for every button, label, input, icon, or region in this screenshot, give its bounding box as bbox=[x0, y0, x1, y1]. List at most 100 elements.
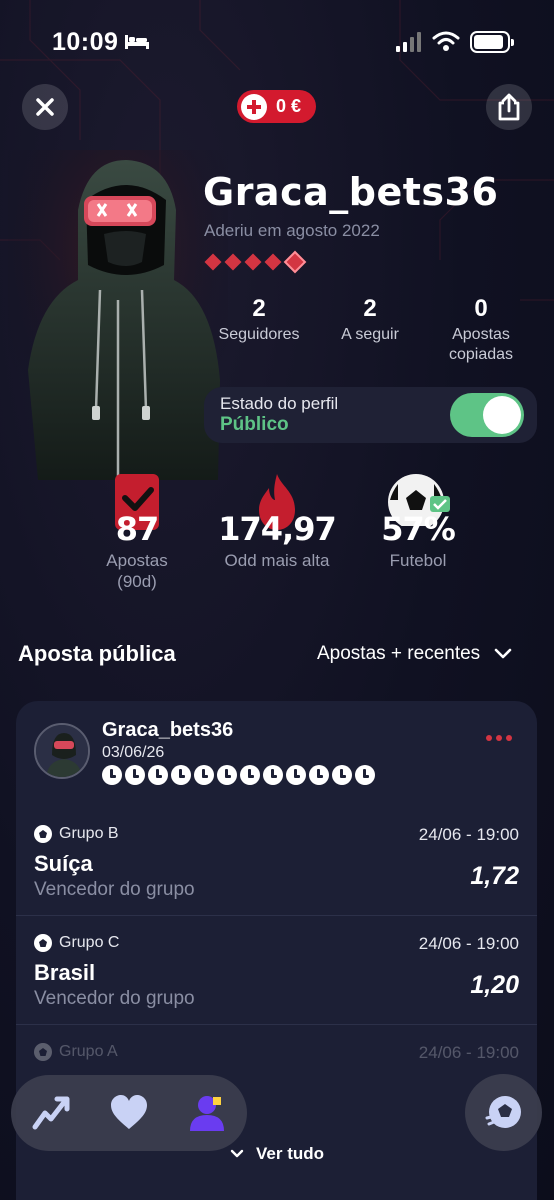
bet-card-date: 03/06/26 bbox=[102, 744, 165, 761]
stat-followers[interactable]: 2 Seguidores bbox=[206, 295, 312, 345]
more-dot-icon bbox=[506, 735, 512, 741]
selection-team: Suíça bbox=[34, 851, 93, 876]
selection-odd: 1,20 bbox=[470, 971, 519, 999]
stat-value: 0 bbox=[474, 295, 488, 322]
kpi-label: Apostas (90d) bbox=[106, 551, 168, 591]
nav-trending[interactable] bbox=[31, 1093, 71, 1133]
profile-state-value: Público bbox=[220, 414, 289, 435]
kpi-label: Odd mais alta bbox=[224, 551, 330, 570]
stat-value: 2 bbox=[252, 295, 266, 322]
bet-selection[interactable]: Grupo B 24/06 - 19:00 Suíça Vencedor do … bbox=[16, 807, 537, 916]
avatar[interactable] bbox=[34, 723, 90, 779]
stat-value: 2 bbox=[363, 295, 377, 322]
see-all-button[interactable]: Ver tudo bbox=[230, 1144, 324, 1164]
pending-clock-icon bbox=[332, 765, 352, 785]
wifi-icon bbox=[432, 31, 460, 51]
nav-favorites[interactable] bbox=[109, 1093, 149, 1133]
selection-odd: 1,72 bbox=[470, 862, 519, 890]
heart-icon bbox=[111, 1095, 147, 1129]
balance-value: 0 € bbox=[276, 96, 302, 116]
close-button[interactable] bbox=[22, 84, 68, 130]
status-bar: 10:09 bbox=[0, 0, 554, 84]
pending-clock-icon bbox=[194, 765, 214, 785]
pending-clock-icon bbox=[286, 765, 306, 785]
selection-group-label: Grupo B bbox=[59, 825, 119, 842]
pending-clock-icon bbox=[125, 765, 145, 785]
pending-clock-icon bbox=[148, 765, 168, 785]
selection-market: Vencedor do grupo bbox=[34, 988, 195, 1009]
kpi-value: 174,97 bbox=[218, 510, 336, 548]
selection-group-label: Grupo C bbox=[59, 934, 120, 951]
kpi-label: Futebol bbox=[389, 551, 447, 570]
profile-user-icon bbox=[190, 1096, 224, 1131]
more-dot-icon bbox=[486, 735, 492, 741]
bottom-navigation bbox=[11, 1075, 247, 1151]
level-diamond-icon bbox=[264, 253, 282, 271]
kpi-value: 87 bbox=[115, 510, 160, 548]
bet-card-username[interactable]: Graca_bets36 bbox=[102, 719, 233, 742]
selection-team: Brasil bbox=[34, 960, 96, 985]
football-icon bbox=[485, 1095, 521, 1128]
selection-group-label: Grupo A bbox=[59, 1043, 118, 1060]
chevron-down-icon bbox=[230, 1149, 244, 1158]
pending-clock-icon bbox=[102, 765, 122, 785]
profile-avatar-illustration bbox=[8, 150, 228, 480]
profile-state-panel: Estado do perfil Público bbox=[204, 387, 537, 443]
selection-datetime: 24/06 - 19:00 bbox=[418, 1043, 519, 1062]
pending-clock-icon bbox=[355, 765, 375, 785]
cellular-signal-icon bbox=[396, 32, 421, 52]
kpi-football: 57% Futebol bbox=[368, 472, 468, 571]
status-time: 10:09 bbox=[52, 28, 119, 56]
level-diamond-icon bbox=[224, 253, 242, 271]
football-icon bbox=[34, 934, 52, 952]
football-icon bbox=[34, 825, 52, 843]
trending-arrow-icon bbox=[32, 1096, 70, 1130]
level-diamond-current-icon bbox=[283, 250, 307, 274]
pending-clock-icon bbox=[240, 765, 260, 785]
chevron-down-icon bbox=[494, 648, 512, 659]
stat-label: Apostas copiadas bbox=[448, 326, 514, 363]
selection-datetime: 24/06 - 19:00 bbox=[418, 825, 519, 844]
kpi-bets: 87 Apostas (90d) bbox=[92, 472, 182, 592]
selection-group: Grupo B bbox=[34, 825, 119, 843]
level-diamond-icon bbox=[244, 253, 262, 271]
selection-group: Grupo C bbox=[34, 934, 119, 952]
stat-label: Seguidores bbox=[218, 326, 300, 343]
public-bet-title: Aposta pública bbox=[18, 641, 176, 666]
stat-following[interactable]: 2 A seguir bbox=[326, 295, 414, 345]
quick-bet-button[interactable] bbox=[465, 1074, 542, 1151]
sleep-focus-icon bbox=[125, 35, 149, 49]
pending-status-icons bbox=[102, 765, 375, 785]
kpi-highest-odd: 174,97 Odd mais alta bbox=[210, 472, 344, 571]
plus-icon bbox=[241, 93, 267, 120]
selection-group: Grupo A bbox=[34, 1043, 118, 1061]
pending-clock-icon bbox=[309, 765, 329, 785]
more-options-button[interactable] bbox=[486, 735, 512, 741]
nav-profile[interactable] bbox=[187, 1093, 227, 1133]
share-icon bbox=[498, 93, 520, 121]
selection-market: Vencedor do grupo bbox=[34, 879, 195, 900]
sort-dropdown[interactable]: Apostas + recentes bbox=[317, 643, 512, 665]
see-all-label: Ver tudo bbox=[256, 1144, 325, 1163]
pending-clock-icon bbox=[263, 765, 283, 785]
stat-copied-bets[interactable]: 0 Apostas copiadas bbox=[432, 295, 530, 365]
battery-icon bbox=[470, 31, 514, 53]
level-indicator bbox=[204, 250, 307, 274]
more-dot-icon bbox=[496, 735, 502, 741]
level-diamond-icon bbox=[204, 253, 222, 271]
football-icon bbox=[34, 1043, 52, 1061]
pending-clock-icon bbox=[171, 765, 191, 785]
pending-clock-icon bbox=[217, 765, 237, 785]
profile-joined-date: Aderiu em agosto 2022 bbox=[204, 221, 380, 240]
profile-visibility-toggle[interactable] bbox=[450, 393, 524, 437]
profile-state-label: Estado do perfil bbox=[220, 394, 339, 413]
sort-label: Apostas + recentes bbox=[317, 643, 481, 664]
profile-username: Graca_bets36 bbox=[203, 170, 499, 214]
stat-label: A seguir bbox=[341, 326, 399, 343]
close-icon bbox=[36, 98, 54, 116]
balance-button[interactable]: 0 € bbox=[237, 90, 316, 123]
bet-selection[interactable]: Grupo C 24/06 - 19:00 Brasil Vencedor do… bbox=[16, 916, 537, 1025]
avatar-image bbox=[36, 725, 88, 777]
share-button[interactable] bbox=[486, 84, 532, 130]
kpi-value: 57% bbox=[381, 510, 456, 548]
